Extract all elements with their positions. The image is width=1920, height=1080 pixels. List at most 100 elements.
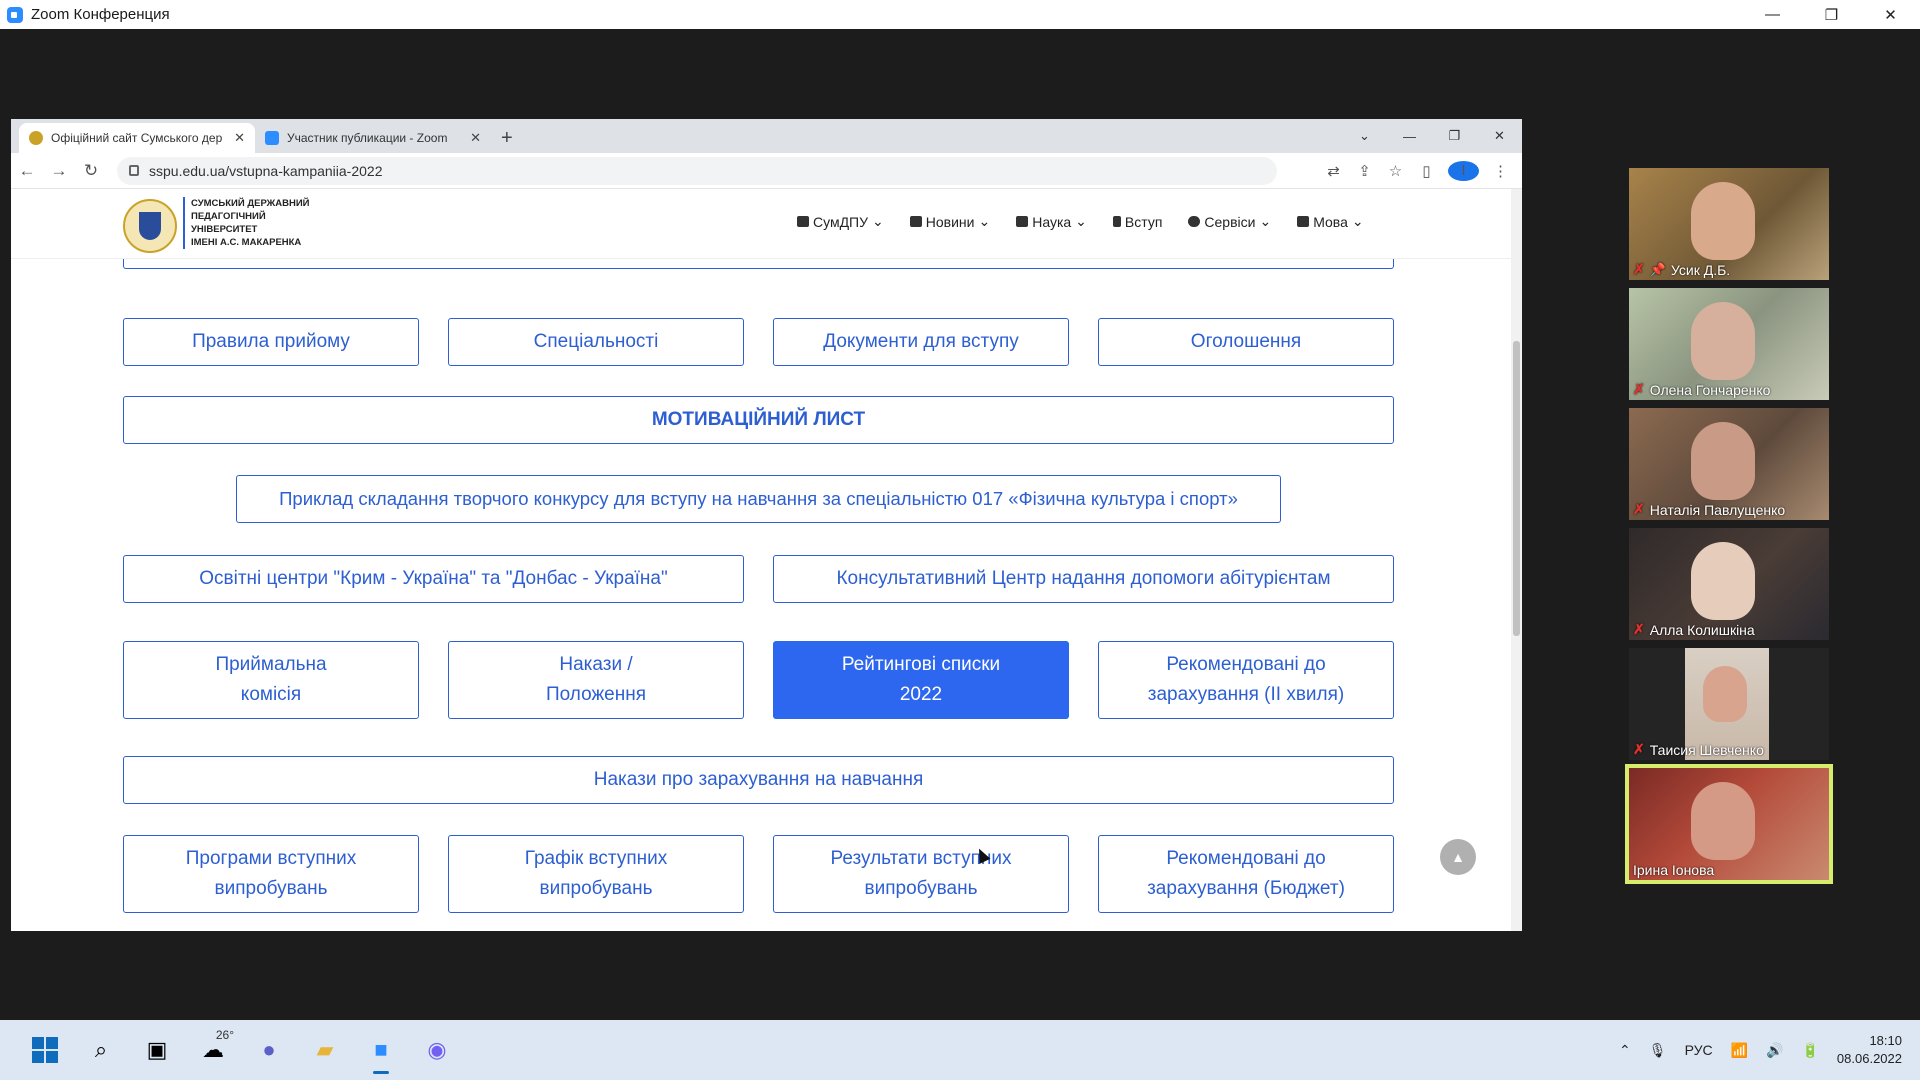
profile-avatar[interactable]: I (1448, 160, 1479, 181)
address-bar: ← → ↻ sspu.edu.ua/vstupna-kampaniia-2022… (11, 153, 1522, 189)
schedule-button[interactable]: Графік вступних випробувань (448, 835, 744, 913)
results-button[interactable]: Результати вступних випробувань (773, 835, 1069, 913)
input-language[interactable]: РУС (1685, 1042, 1713, 1058)
side-panel-icon[interactable]: ▯ (1411, 162, 1442, 180)
zoom-window-title: Zoom Конференция (31, 6, 170, 23)
menu-item-services[interactable]: Сервіси ⌄ (1188, 213, 1271, 230)
tab-close-icon[interactable]: ✕ (234, 130, 245, 146)
rules-button[interactable]: Правила прийому (123, 318, 419, 366)
button-line: комісія (240, 684, 302, 705)
recommended-second-wave-button[interactable]: Рекомендовані до зарахування (ІІ хвиля) (1098, 641, 1394, 719)
forward-arrow-icon[interactable]: → (43, 161, 75, 181)
specialties-button[interactable]: Спеціальності (448, 318, 744, 366)
file-explorer-icon[interactable]: ▰ (304, 1030, 346, 1070)
battery-icon[interactable]: 🔋 (1801, 1042, 1818, 1059)
admission-committee-button[interactable]: Приймальна комісія (123, 641, 419, 719)
close-button[interactable]: ✕ (1861, 0, 1920, 29)
button-line: випробувань (864, 878, 978, 899)
browser-window-controls: ⌄ — ❐ ✕ (1342, 119, 1522, 153)
wifi-icon[interactable]: 📶 (1731, 1042, 1748, 1059)
tab-label: Участник публикации - Zoom (287, 131, 448, 145)
browser-restore-button[interactable]: ❐ (1432, 119, 1477, 153)
active-speaker-tile[interactable]: Ірина Іонова (1625, 764, 1833, 884)
clock[interactable]: 18:10 08.06.2022 (1837, 1032, 1902, 1068)
translate-icon[interactable]: ⇄ (1318, 162, 1349, 180)
search-icon[interactable]: ⌕ (80, 1030, 122, 1070)
chevron-down-icon: ⌄ (872, 213, 884, 229)
kebab-menu-icon[interactable]: ⋮ (1485, 162, 1516, 180)
microphone-icon[interactable]: 🎙 (1649, 1042, 1667, 1059)
documents-button[interactable]: Документи для вступу (773, 318, 1069, 366)
tab-search-button[interactable]: ⌄ (1342, 119, 1387, 153)
new-tab-button[interactable]: + (501, 123, 513, 153)
participant-label: Ірина Іонова (1633, 862, 1714, 878)
participant-tile[interactable]: ✗ Алла Колишкіна (1629, 528, 1829, 640)
programs-button[interactable]: Програми вступних випробувань (123, 835, 419, 913)
system-tray: ⌃ 🎙 РУС 📶 🔊 🔋 18:10 08.06.2022 (1619, 1020, 1902, 1080)
browser-tab-zoom[interactable]: Участник публикации - Zoom ✕ (255, 123, 491, 153)
site-header: СУМСЬКИЙ ДЕРЖАВНИЙ ПЕДАГОГІЧНИЙ УНІВЕРСИ… (11, 189, 1511, 259)
participant-video (1691, 302, 1755, 380)
recommended-budget-button[interactable]: Рекомендовані до зарахування (Бюджет) (1098, 835, 1394, 913)
chat-icon[interactable]: ● (248, 1030, 290, 1070)
task-view-icon[interactable]: ▣ (136, 1030, 178, 1070)
scroll-to-top-button[interactable]: ▲ (1440, 839, 1476, 875)
shared-browser-window: Офіційний сайт Сумського дер ✕ Участник … (11, 119, 1522, 931)
menu-item-language[interactable]: Мова ⌄ (1297, 213, 1364, 230)
participant-label: ✗ 📌 Усик Д.Б. (1633, 261, 1730, 278)
url-omnibox[interactable]: sspu.edu.ua/vstupna-kampaniia-2022 (117, 156, 1277, 185)
restore-button[interactable]: ❐ (1802, 0, 1861, 29)
admission-buttons-grid: Правила прийому Спеціальності Документи … (11, 189, 1511, 931)
widgets-weather-icon[interactable]: ☁ 26° (192, 1028, 234, 1070)
consult-center-button[interactable]: Консультативний Центр надання допомоги а… (773, 555, 1394, 603)
creative-contest-button[interactable]: Приклад складання творчого конкурсу для … (236, 475, 1281, 523)
menu-item-news[interactable]: Новини ⌄ (909, 213, 990, 230)
url-text: sspu.edu.ua/vstupna-kampaniia-2022 (149, 162, 383, 179)
menu-label: Мова (1313, 213, 1348, 230)
edu-centers-button[interactable]: Освітні центри "Крим - Україна" та "Донб… (123, 555, 744, 603)
volume-icon[interactable]: 🔊 (1766, 1042, 1783, 1059)
bookmark-star-icon[interactable]: ☆ (1380, 162, 1411, 180)
rating-lists-button[interactable]: Рейтингові списки 2022 (773, 641, 1069, 719)
button-line: Рекомендовані до (1166, 654, 1326, 675)
participant-tile[interactable]: ✗ Олена Гончаренко (1629, 288, 1829, 400)
minimize-button[interactable]: — (1743, 0, 1802, 29)
button-line: зарахування (ІІ хвиля) (1147, 684, 1345, 705)
browser-tab-sspu[interactable]: Офіційний сайт Сумського дер ✕ (19, 123, 255, 153)
pin-icon: 📌 (1649, 261, 1666, 277)
viber-icon[interactable]: ◉ (416, 1030, 458, 1070)
browser-close-button[interactable]: ✕ (1477, 119, 1522, 153)
muted-mic-icon: ✗ (1633, 501, 1645, 517)
back-arrow-icon[interactable]: ← (11, 161, 43, 181)
participant-video (1691, 782, 1755, 860)
participant-tile[interactable]: ✗ 📌 Усик Д.Б. (1629, 168, 1829, 280)
cloud-icon (1188, 216, 1201, 227)
start-button[interactable] (24, 1030, 66, 1070)
reload-icon[interactable]: ↻ (75, 161, 107, 181)
windows-logo-icon (32, 1037, 58, 1063)
zoom-taskbar-icon[interactable]: ■ (360, 1030, 402, 1074)
motivation-letter-button[interactable]: МОТИВАЦІЙНИЙ ЛИСТ (123, 396, 1394, 444)
page-scrollbar[interactable] (1511, 189, 1522, 931)
menu-label: Новини (925, 213, 975, 230)
university-logo[interactable] (123, 199, 177, 253)
windows-taskbar: ⌕ ▣ ☁ 26° ● ▰ ■ ◉ ⌃ 🎙 РУС 📶 🔊 🔋 18:10 08.… (0, 1020, 1920, 1080)
participant-name: Таисия Шевченко (1649, 741, 1764, 758)
menu-item-sumdpu[interactable]: СумДПУ ⌄ (797, 213, 884, 230)
zoom-window-controls: — ❐ ✕ (1743, 0, 1920, 29)
menu-item-science[interactable]: Наука ⌄ (1016, 213, 1087, 230)
address-bar-actions: ⇄ ⇪ ☆ ▯ I ⋮ (1318, 160, 1516, 181)
tab-label: Офіційний сайт Сумського дер (51, 131, 223, 145)
enrollment-orders-button[interactable]: Накази про зарахування на навчання (123, 756, 1394, 804)
participant-tile[interactable]: ✗ Таисия Шевченко (1629, 648, 1829, 760)
chevron-up-icon[interactable]: ⌃ (1619, 1042, 1631, 1059)
menu-item-admission[interactable]: Вступ (1112, 213, 1162, 230)
newspaper-icon (909, 216, 922, 227)
browser-minimize-button[interactable]: — (1387, 119, 1432, 153)
share-icon[interactable]: ⇪ (1349, 162, 1380, 180)
tab-close-icon[interactable]: ✕ (470, 130, 481, 146)
announcements-button[interactable]: Оголошення (1098, 318, 1394, 366)
orders-button[interactable]: Накази / Положення (448, 641, 744, 719)
scrollbar-thumb[interactable] (1513, 341, 1520, 636)
participant-tile[interactable]: ✗ Наталія Павлущенко (1629, 408, 1829, 520)
